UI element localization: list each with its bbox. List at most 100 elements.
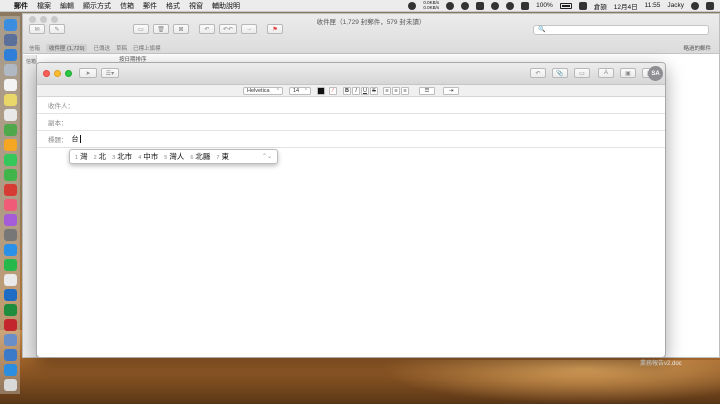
ime-candidate[interactable]: 2北 [94, 151, 107, 162]
italic-button[interactable]: I [352, 87, 360, 95]
app-icon[interactable] [3, 349, 17, 361]
app-store-icon[interactable] [3, 244, 17, 256]
menu-edit[interactable]: 編輯 [60, 1, 74, 11]
compose-minimize-button[interactable] [54, 70, 61, 77]
word-icon[interactable] [3, 289, 17, 301]
align-center-button[interactable]: ≡ [392, 87, 400, 95]
wifi-icon[interactable] [506, 1, 515, 10]
menu-file[interactable]: 檔案 [37, 1, 51, 11]
system-preferences-icon[interactable] [3, 229, 17, 241]
finder-icon[interactable] [3, 19, 17, 31]
subject-field[interactable]: 標題： 台 [37, 131, 665, 148]
maps-icon[interactable] [3, 124, 17, 136]
strikethrough-button[interactable]: S [370, 87, 378, 95]
launchpad-icon[interactable] [3, 34, 17, 46]
to-field[interactable]: 收件人： [37, 97, 665, 114]
siri-icon[interactable] [691, 1, 699, 10]
forward-button[interactable]: → [241, 24, 258, 34]
bold-button[interactable]: B [343, 87, 351, 95]
font-size-select[interactable]: 14 [289, 87, 311, 95]
photo-browser-icon[interactable]: ▣ [620, 68, 636, 78]
header-fields-button[interactable]: ☰▾ [101, 68, 119, 78]
ime-candidate[interactable]: 6 北縣 [190, 151, 210, 162]
acrobat-icon[interactable] [3, 319, 17, 331]
menu-message[interactable]: 郵件 [143, 1, 157, 11]
menu-window[interactable]: 視窗 [189, 1, 203, 11]
photos-icon[interactable] [3, 139, 17, 151]
ime-candidate[interactable]: 5 灣人 [164, 151, 184, 162]
battery-percent[interactable]: 100% [536, 2, 553, 9]
notes-icon[interactable] [3, 94, 17, 106]
user-label[interactable]: Jacky [667, 2, 684, 9]
menu-view[interactable]: 顯示方式 [83, 1, 111, 11]
calendar-icon[interactable] [3, 79, 17, 91]
favorites-flagged[interactable]: 已標上旗標 [133, 44, 161, 52]
ime-candidate[interactable]: 3 北市 [112, 151, 132, 162]
archive-button[interactable]: ▭ [133, 24, 149, 34]
skype-icon[interactable] [461, 1, 470, 10]
reminders-icon[interactable] [3, 109, 17, 121]
excel-icon[interactable] [3, 304, 17, 316]
network-monitor[interactable]: 0.0KB/s 0.0KB/s [423, 0, 439, 10]
compose-maximize-button[interactable] [65, 70, 72, 77]
search-field[interactable]: 🔍 [533, 25, 709, 35]
format-text-icon[interactable]: A [598, 68, 614, 78]
attach-icon[interactable]: 📎 [552, 68, 568, 78]
facetime-icon[interactable] [3, 169, 17, 181]
menu-app[interactable]: 郵件 [14, 1, 28, 11]
flag-button[interactable]: ⚑ [267, 24, 284, 34]
notification-center-icon[interactable] [706, 1, 714, 10]
favorites-drafts[interactable]: 草稿 [116, 44, 127, 52]
date-label[interactable]: 12月4日 [614, 1, 638, 11]
delete-button[interactable]: 🗑 [153, 24, 169, 34]
font-family-select[interactable]: Helvetica [243, 87, 283, 95]
dropbox-icon[interactable] [491, 1, 500, 10]
menu-format[interactable]: 格式 [166, 1, 180, 11]
junk-button[interactable]: ⊠ [173, 24, 189, 34]
send-button[interactable]: ➤ [79, 68, 97, 78]
background-color-well[interactable]: ⁄ [329, 87, 337, 95]
menu-mailbox[interactable]: 信箱 [120, 1, 134, 11]
time-machine-icon[interactable] [476, 1, 485, 10]
input-source-label[interactable]: 倉頡 [594, 1, 607, 11]
text-color-well[interactable] [317, 87, 325, 95]
input-source-icon[interactable] [578, 1, 587, 10]
reply-icon[interactable]: ↶ [530, 68, 546, 78]
get-mail-button[interactable]: ✉ [29, 24, 45, 34]
compose-close-button[interactable] [43, 70, 50, 77]
ibooks-icon[interactable] [3, 214, 17, 226]
ime-candidate[interactable]: 4 中市 [138, 151, 158, 162]
ime-candidate[interactable]: 1灣 [75, 151, 88, 162]
insert-icon[interactable]: ▭ [574, 68, 590, 78]
mail-icon[interactable] [3, 64, 17, 76]
message-body[interactable] [37, 166, 665, 357]
reply-button[interactable]: ↶ [199, 24, 215, 34]
compose-button[interactable]: ✎ [49, 24, 65, 34]
battery-icon[interactable] [559, 2, 572, 9]
itunes-icon[interactable] [3, 199, 17, 211]
folder-icon[interactable] [3, 364, 17, 376]
cloud-icon[interactable] [446, 1, 455, 10]
favorites-mailboxes[interactable]: 信箱 [29, 44, 40, 52]
avatar[interactable]: SA [648, 66, 663, 81]
indent-button[interactable]: ⇥ [443, 87, 459, 95]
messages-icon[interactable] [3, 154, 17, 166]
volume-icon[interactable] [521, 1, 530, 10]
time-label[interactable]: 11:55 [645, 2, 661, 9]
safari-icon[interactable] [3, 49, 17, 61]
cc-field[interactable]: 副本： [37, 114, 665, 131]
skipped-mail-label[interactable]: 略過的郵件 [683, 44, 711, 52]
ime-page-arrows-icon[interactable]: ⌃⌄ [262, 153, 272, 160]
trash-icon[interactable] [3, 379, 17, 391]
preview-icon[interactable] [3, 334, 17, 346]
record-icon[interactable] [408, 1, 417, 10]
line-icon[interactable] [3, 259, 17, 271]
reply-all-button[interactable]: ↶↶ [219, 24, 238, 34]
favorites-inbox[interactable]: 收件匣 (1,729) [46, 44, 88, 52]
ime-candidate[interactable]: 7東 [216, 151, 229, 162]
chrome-icon[interactable] [3, 274, 17, 286]
favorites-sent[interactable]: 已傳送 [93, 44, 110, 52]
menu-help[interactable]: 輔助說明 [212, 1, 240, 11]
align-right-button[interactable]: ≡ [401, 87, 409, 95]
photo-booth-icon[interactable] [3, 184, 17, 196]
